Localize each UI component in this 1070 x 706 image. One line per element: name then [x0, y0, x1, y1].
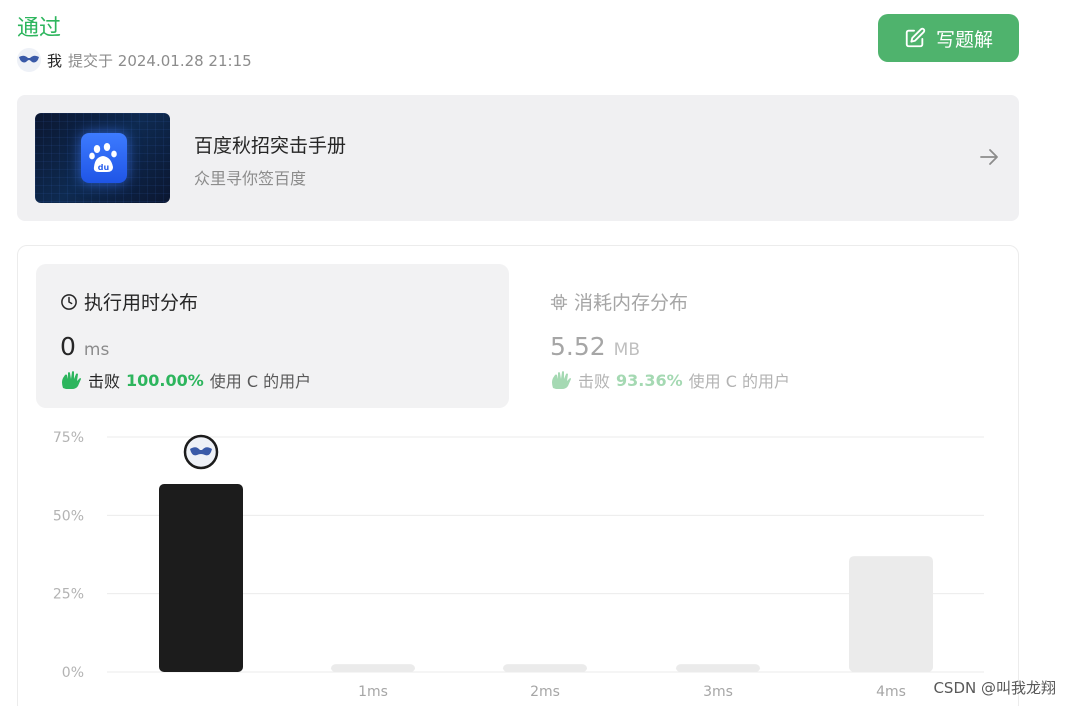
memory-beat-label: 击败 — [578, 372, 611, 391]
memory-value: 5.52 — [550, 332, 606, 361]
submitter-name[interactable]: 我 — [47, 50, 62, 71]
memory-unit: MB — [613, 340, 641, 360]
memory-card[interactable]: 消耗内存分布 5.52 MB 击败 93.36% 使用 C 的用户 — [526, 264, 999, 408]
banner-image: du — [35, 113, 170, 203]
runtime-beat-label: 击败 — [88, 372, 121, 391]
write-solution-label: 写题解 — [935, 28, 993, 51]
submission-meta: 我 提交于 2024.01.28 21:15 — [17, 48, 252, 72]
avatar-glasses-icon — [19, 55, 39, 63]
status-label: 通过 — [17, 16, 62, 41]
svg-text:du: du — [98, 163, 110, 172]
runtime-value: 0 — [60, 332, 76, 361]
memory-beat-text: 使用 C 的用户 — [688, 372, 791, 391]
edit-icon — [904, 27, 926, 49]
submitted-time: 提交于 2024.01.28 21:15 — [68, 51, 252, 70]
watermark: CSDN @叫我龙翔 — [933, 679, 1056, 697]
banner-title: 百度秋招突击手册 — [194, 135, 347, 157]
runtime-beat-percent: 100.00% — [126, 370, 204, 390]
memory-title: 消耗内存分布 — [574, 292, 689, 314]
stats-panel: 执行用时分布 0 ms 击败 100.00% 使用 C 的用户 消耗内存分布 5… — [17, 245, 1019, 706]
runtime-unit: ms — [83, 340, 110, 360]
baidu-paw-icon: du — [81, 133, 127, 183]
write-solution-button[interactable]: 写题解 — [878, 14, 1019, 62]
promo-banner[interactable]: du 百度秋招突击手册 众里寻你签百度 — [17, 95, 1019, 221]
runtime-card[interactable]: 执行用时分布 0 ms 击败 100.00% 使用 C 的用户 — [36, 264, 509, 408]
clap-hands-icon — [60, 370, 82, 390]
clap-hands-icon — [550, 370, 572, 390]
avatar[interactable] — [17, 48, 41, 72]
runtime-title: 执行用时分布 — [84, 292, 199, 314]
clock-icon — [60, 293, 78, 311]
chip-icon — [550, 293, 568, 311]
arrow-right-icon[interactable] — [977, 145, 1001, 173]
banner-subtitle: 众里寻你签百度 — [194, 169, 307, 188]
memory-beat-percent: 93.36% — [616, 370, 683, 390]
runtime-beat-text: 使用 C 的用户 — [209, 372, 312, 391]
